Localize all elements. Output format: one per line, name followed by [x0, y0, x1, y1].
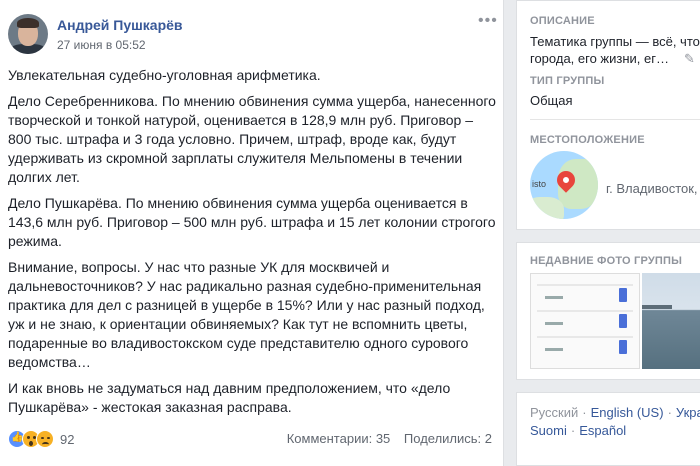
shares-link[interactable]: Поделились: 2 [404, 431, 492, 446]
post-timestamp[interactable]: 27 июня в 05:52 [57, 38, 146, 52]
photo-thumbnail-sea[interactable] [642, 273, 700, 369]
languages-row-1: Русский·English (US)·Укра [530, 405, 700, 420]
author-avatar[interactable] [8, 14, 48, 54]
description-text: Тематика группы — всё, что [530, 34, 700, 49]
post-text: Увлекательная судебно-уголовная арифмети… [8, 66, 496, 424]
post-paragraph: Внимание, вопросы. У нас что разные УК д… [8, 259, 485, 370]
post-stats: Комментарии: 35 Поделились: 2 [277, 431, 492, 446]
language-spanish[interactable]: Español [579, 423, 626, 438]
post-card: Андрей Пушкарёв 27 июня в 05:52 ••• Увле… [0, 0, 504, 466]
description-text-line2[interactable]: города, его жизни, ег… [530, 51, 669, 66]
language-russian: Русский [530, 405, 579, 420]
sad-reaction-icon [36, 430, 54, 448]
group-about-card: ОПИСАНИЕ Тематика группы — всё, что горо… [516, 0, 700, 230]
post-paragraph: Дело Пушкарёва. По мнению обвинения сумм… [8, 195, 496, 249]
location-value[interactable]: г. Владивосток, [606, 181, 698, 196]
post-paragraph: И как вновь не задуматься над давним пре… [8, 380, 451, 415]
languages-row-2: Suomi · Español [530, 423, 627, 438]
location-label: МЕСТОПОЛОЖЕНИЕ [530, 134, 645, 146]
language-ukrainian[interactable]: Укра [676, 405, 700, 420]
group-type-value: Общая [530, 93, 573, 108]
location-map[interactable]: isto [530, 151, 598, 219]
languages-card: Русский·English (US)·Укра Suomi·Español [516, 392, 700, 466]
language-english[interactable]: English (US) [591, 405, 664, 420]
group-type-label: ТИП ГРУППЫ [530, 75, 605, 87]
more-options-icon[interactable]: ••• [478, 12, 498, 30]
divider [530, 119, 700, 120]
map-label: isto [532, 179, 547, 189]
recent-photos-label[interactable]: НЕДАВНИЕ ФОТО ГРУППЫ [530, 255, 682, 267]
reactions-summary[interactable]: 92 [8, 429, 74, 449]
photo-thumbnail[interactable] [530, 273, 640, 369]
post-paragraph: Дело Серебренникова. По мнению обвинения… [8, 93, 496, 185]
post-paragraph: Увлекательная судебно-уголовная арифмети… [8, 67, 321, 83]
reactions-count[interactable]: 92 [60, 432, 74, 447]
post-footer: 92 Комментарии: 35 Поделились: 2 [8, 427, 496, 451]
pencil-icon[interactable]: ✎ [684, 51, 695, 67]
author-name[interactable]: Андрей Пушкарёв [57, 17, 183, 33]
recent-photos-card: НЕДАВНИЕ ФОТО ГРУППЫ [516, 242, 700, 380]
language-finnish[interactable]: Suomi [530, 423, 567, 438]
comments-link[interactable]: Комментарии: 35 [287, 431, 391, 446]
description-label: ОПИСАНИЕ [530, 15, 595, 27]
